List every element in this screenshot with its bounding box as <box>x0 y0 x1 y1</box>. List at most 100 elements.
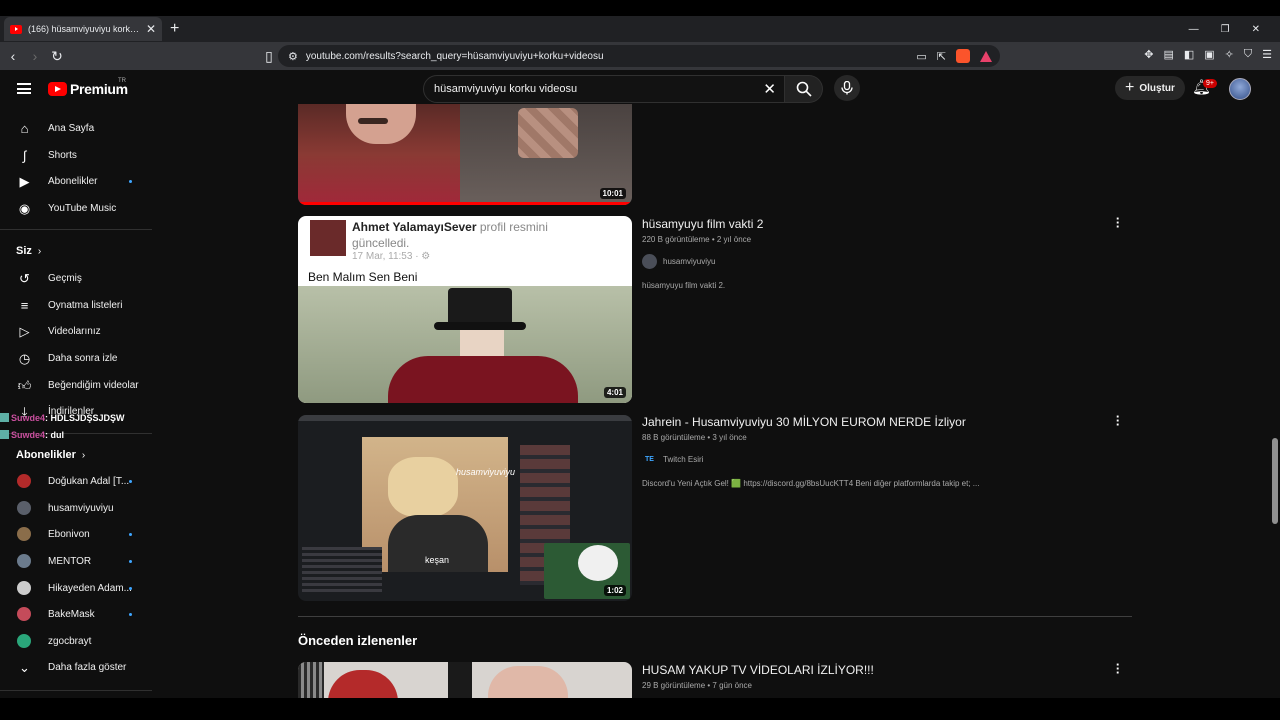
video-watermark: husamviyuviyu <box>456 467 516 477</box>
forward-icon[interactable]: › <box>26 48 44 64</box>
search-results: 10:01 Ahmet YalamayıSever profil resmini… <box>160 104 1270 702</box>
sidebar-channel[interactable]: MENTOR <box>0 548 160 574</box>
channel-avatar <box>17 527 31 541</box>
sidebar-channel[interactable]: Ebonivon <box>0 521 160 547</box>
sidebar-item-your-videos[interactable]: ▷ Videolarınız <box>0 318 160 344</box>
video-title[interactable]: hüsamyuyu film vakti 2 <box>642 217 763 231</box>
channel-avatar <box>17 501 31 515</box>
video-thumbnail[interactable]: Ahmet YalamayıSever profil resmini günce… <box>298 216 632 403</box>
channel-name: Doğukan Adal [T... <box>48 475 130 487</box>
duration-badge: 4:01 <box>603 387 626 398</box>
channel-avatar <box>17 607 31 621</box>
sidebar-you-header[interactable]: Siz › <box>16 245 41 257</box>
sidebar-show-more[interactable]: ⌄ Daha fazla göster <box>0 654 160 680</box>
sidebar-toggle-icon[interactable]: ◧ <box>1184 48 1194 61</box>
more-actions-icon[interactable]: · · · <box>1115 658 1121 679</box>
plus-icon: + <box>1125 79 1135 96</box>
vpn-icon[interactable]: ⛉ <box>1244 48 1252 61</box>
search-button[interactable] <box>785 75 823 103</box>
window-close-icon[interactable]: ✕ <box>1252 24 1260 35</box>
restore-icon[interactable]: ❐ <box>1221 24 1230 35</box>
watch-later-icon: ◷ <box>18 350 31 366</box>
wallet-icon[interactable]: ▣ <box>1204 48 1214 61</box>
more-actions-icon[interactable]: · · · <box>1115 212 1121 233</box>
youtube-header: Premium TR ✕ + Oluştur 🔔︎ 9+ <box>0 70 1270 108</box>
sidebar-item-shorts[interactable]: ∫ Shorts <box>0 142 160 168</box>
site-info-icon[interactable]: ⚙ <box>288 50 298 63</box>
brave-rewards-icon[interactable] <box>980 50 992 62</box>
new-tab-icon[interactable]: + <box>170 20 179 38</box>
leo-ai-icon[interactable]: ✧ <box>1225 48 1234 61</box>
watch-progress-bar <box>298 202 632 205</box>
sidebar-item-label: Videolarınız <box>48 325 101 337</box>
video-thumbnail[interactable]: 10:01 <box>298 104 632 205</box>
video-title[interactable]: HUSAM YAKUP TV VİDEOLARI İZLİYOR!!! <box>642 663 874 677</box>
channel-link[interactable]: husamviyuviyu <box>642 254 715 269</box>
video-meta: 29 B görüntüleme • 7 gün önce <box>642 681 752 690</box>
sidebar-item-home[interactable]: ⌂ Ana Sayfa <box>0 115 160 141</box>
channel-avatar <box>17 581 31 595</box>
video-title[interactable]: Jahrein - Husamviyuviyu 30 MİLYON EUROM … <box>642 415 966 429</box>
sidebar-item-label: Shorts <box>48 149 77 161</box>
screen-top-bar <box>0 0 1280 16</box>
menu-icon[interactable] <box>17 83 31 94</box>
clear-search-icon[interactable]: ✕ <box>763 80 776 98</box>
video-meta: 88 B görüntüleme • 3 yıl önce <box>642 433 747 442</box>
reload-icon[interactable]: ↻ <box>48 48 66 65</box>
top-hat-shape <box>448 288 512 326</box>
sidebar-item-watch-later[interactable]: ◷ Daha sonra izle <box>0 345 160 371</box>
voice-search-button[interactable] <box>834 75 860 101</box>
sidebar-channel[interactable]: BakeMask <box>0 601 160 627</box>
scrollbar-thumb[interactable] <box>1272 438 1278 524</box>
sidebar-item-youtube-music[interactable]: ◉ YouTube Music <box>0 195 160 221</box>
minimize-icon[interactable]: — <box>1189 24 1199 35</box>
sidebar-channel[interactable]: Doğukan Adal [T... <box>0 468 160 494</box>
shorts-icon: ∫ <box>22 147 27 163</box>
sidebar-divider <box>0 229 152 230</box>
duration-badge: 10:01 <box>599 188 626 199</box>
history-icon: ↺ <box>19 270 30 286</box>
extensions-icon[interactable]: ✥ <box>1144 48 1153 61</box>
sidebar-item-playlists[interactable]: ≡ Oynatma listeleri <box>0 292 160 318</box>
sidebar-item-liked-videos[interactable]: 👍︎ Beğendiğim videolar <box>0 372 160 398</box>
youtube-premium-logo[interactable]: Premium TR <box>48 78 128 97</box>
search-input[interactable] <box>434 83 734 95</box>
account-avatar[interactable] <box>1229 78 1251 100</box>
chevron-down-icon: ⌄ <box>19 659 30 675</box>
cast-icon[interactable]: ▭ <box>916 50 926 63</box>
region-code: TR <box>118 78 126 84</box>
page-scrollbar[interactable] <box>1270 70 1280 700</box>
brave-shields-icon[interactable] <box>956 49 970 63</box>
video-thumbnail[interactable] <box>298 662 632 702</box>
more-actions-icon[interactable]: · · · <box>1115 410 1121 431</box>
create-button[interactable]: + Oluştur <box>1115 76 1185 100</box>
address-bar[interactable]: ⚙ youtube.com/results?search_query=hüsam… <box>278 45 1000 67</box>
sidebar-channel[interactable]: husamviyuviyu <box>0 495 160 521</box>
chat-badge-icon <box>0 413 9 422</box>
sidebar-item-label: Geçmiş <box>48 272 82 284</box>
sidebar-subscriptions-header[interactable]: Abonelikler › <box>16 449 85 461</box>
sidebar-channel[interactable]: Hikayeden Adam... <box>0 575 160 601</box>
sidebar-channel[interactable]: zgocbrayt <box>0 628 160 654</box>
video-caption: keşan <box>425 555 450 565</box>
create-label: Oluştur <box>1139 82 1175 94</box>
url-text: youtube.com/results?search_query=hüsamvi… <box>305 50 604 62</box>
browser-tab[interactable]: (166) hüsamviyuviyu korku video ✕ <box>4 17 162 41</box>
video-thumbnail[interactable]: husamviyuviyu keşan 1:02 <box>298 415 632 601</box>
reader-icon[interactable]: ▤ <box>1163 48 1173 61</box>
browser-menu-icon[interactable]: ☰ <box>1262 48 1272 61</box>
browser-toolbar: ‹ › ↻ ▯ ⚙ youtube.com/results?search_que… <box>0 42 1280 70</box>
channel-link[interactable]: TE Twitch Esiri <box>642 452 703 467</box>
sidebar-item-history[interactable]: ↺ Geçmiş <box>0 265 160 291</box>
youtube-logo-icon <box>48 82 67 96</box>
bookmark-icon[interactable]: ▯ <box>260 48 278 65</box>
home-icon: ⌂ <box>20 120 29 136</box>
tab-close-icon[interactable]: ✕ <box>146 22 156 36</box>
channel-name: BakeMask <box>48 608 95 620</box>
sidebar-item-subscriptions[interactable]: ▶︎ Abonelikler <box>0 168 160 194</box>
mascot-overlay <box>578 545 618 581</box>
share-icon[interactable]: ⇱ <box>937 50 946 63</box>
back-icon[interactable]: ‹ <box>4 48 22 64</box>
woman-face <box>388 457 458 517</box>
duration-badge: 1:02 <box>603 585 626 596</box>
